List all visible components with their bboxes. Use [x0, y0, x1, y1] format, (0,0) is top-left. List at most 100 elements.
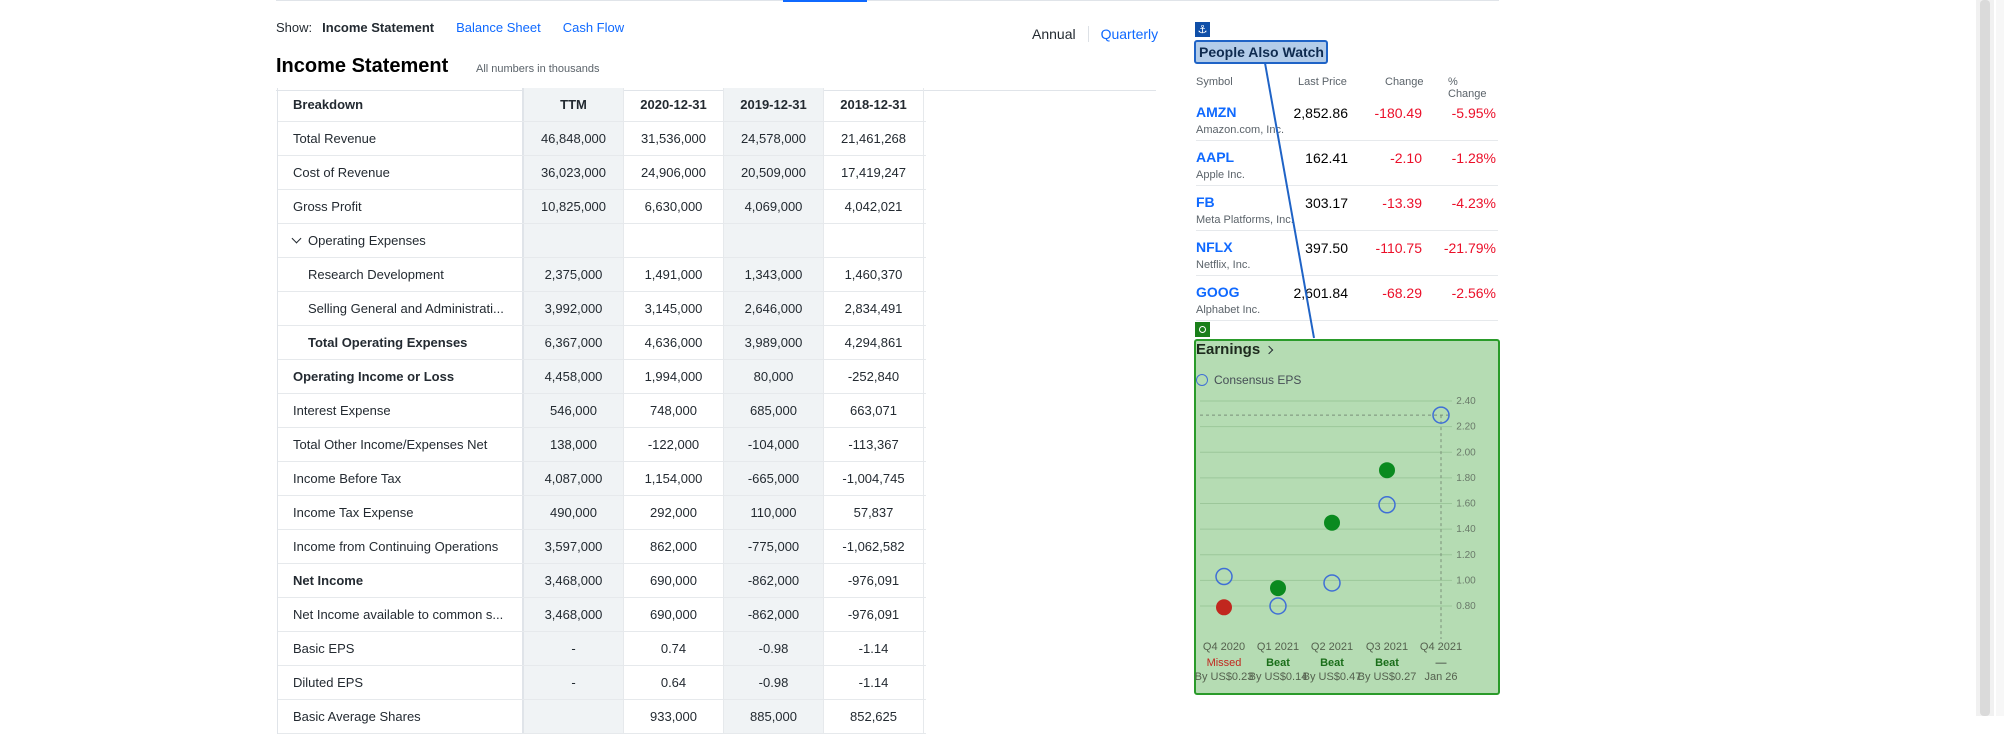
earnings-status-label: —: [1436, 657, 1447, 669]
y-tick-label: 1.00: [1456, 575, 1476, 586]
company-name: Apple Inc.: [1196, 169, 1245, 181]
row-label-text: Total Other Income/Expenses Net: [293, 437, 488, 452]
row-label-text: Operating Expenses: [308, 233, 426, 248]
watch-row[interactable]: FB Meta Platforms, Inc. 303.17 -13.39 -4.23%: [1196, 186, 1498, 231]
table-cell: -976,091: [824, 564, 924, 597]
table-cell: 748,000: [624, 394, 724, 427]
anchor-icon: ⚓: [1195, 22, 1210, 37]
company-name: Meta Platforms, Inc.: [1196, 214, 1294, 226]
table-row: Net Income available to common s... 3,468…: [278, 598, 926, 632]
watch-row[interactable]: GOOG Alphabet Inc. 2,601.84 -68.29 -2.56%: [1196, 276, 1498, 321]
table-cell: 3,597,000: [524, 530, 624, 563]
last-price: 397.50: [1305, 240, 1348, 256]
earnings-chart: 0.80 1.00 1.20 1.40 1.60 1.80 2.00 2.20 2.40 Q4 2…: [1195, 396, 1477, 683]
consensus-point: [1215, 567, 1233, 586]
tab-cash-flow[interactable]: Cash Flow: [563, 20, 624, 35]
table-cell: 24,906,000: [624, 156, 724, 189]
x-tick-label: Q1 2021: [1257, 641, 1299, 653]
row-label: Selling General and Administrati...: [278, 292, 524, 325]
table-cell: -976,091: [824, 598, 924, 631]
table-row: Total Operating Expenses 6,367,000 4,636,0…: [278, 326, 926, 360]
pct-change: -2.56%: [1451, 285, 1496, 301]
ticker-link[interactable]: NFLX: [1196, 239, 1233, 255]
table-cell: -1.14: [824, 666, 924, 699]
ticker-link[interactable]: AMZN: [1196, 104, 1236, 120]
tab-income-statement[interactable]: Income Statement: [322, 20, 434, 35]
table-cell: -862,000: [724, 564, 824, 597]
pct-change: -4.23%: [1451, 195, 1496, 211]
row-label-text: Basic Average Shares: [293, 709, 421, 724]
consensus-point: [1323, 574, 1341, 592]
table-row: Income Tax Expense 490,000 292,000 110,000 5…: [278, 496, 926, 530]
ticker-link[interactable]: FB: [1196, 194, 1215, 210]
earnings-detail-label: By US$0.23: [1195, 671, 1254, 683]
table-row: Income Before Tax 4,087,000 1,154,000 -665,…: [278, 462, 926, 496]
table-cell: 1,994,000: [624, 360, 724, 393]
price-change: -13.39: [1382, 195, 1422, 211]
table-cell: 3,145,000: [624, 292, 724, 325]
table-cell: -775,000: [724, 530, 824, 563]
table-cell: 546,000: [524, 394, 624, 427]
ticker-link[interactable]: GOOG: [1196, 284, 1240, 300]
header-last-price: Last Price: [1298, 76, 1347, 88]
x-tick-label: Q3 2021: [1366, 641, 1408, 653]
table-row: Operating Expenses: [278, 224, 926, 258]
table-cell: -122,000: [624, 428, 724, 461]
period-toggle: Annual Quarterly: [1032, 26, 1158, 42]
last-price: 2,601.84: [1293, 285, 1349, 301]
table-cell: [524, 700, 624, 733]
row-label[interactable]: Operating Expenses: [278, 224, 524, 257]
actual-eps-point: [1324, 514, 1340, 531]
table-cell: [724, 224, 824, 257]
scrollbar-thumb[interactable]: [1980, 0, 1990, 716]
tab-balance-sheet[interactable]: Balance Sheet: [456, 20, 541, 35]
header-ttm: TTM: [524, 88, 624, 121]
y-tick-label: 2.40: [1456, 396, 1476, 407]
price-change: -2.10: [1390, 150, 1422, 166]
consensus-point: [1378, 496, 1396, 514]
row-label-text: Gross Profit: [293, 199, 362, 214]
y-tick-label: 2.00: [1456, 447, 1476, 458]
table-cell: 6,367,000: [524, 326, 624, 359]
table-cell: 2,646,000: [724, 292, 824, 325]
row-label: Gross Profit: [278, 190, 524, 223]
table-row: Interest Expense 546,000 748,000 685,000 663…: [278, 394, 926, 428]
table-cell: 1,491,000: [624, 258, 724, 291]
table-cell: -0.98: [724, 666, 824, 699]
actual-eps-point: [1379, 462, 1395, 479]
row-label-text: Selling General and Administrati...: [308, 301, 504, 316]
annual-button[interactable]: Annual: [1032, 26, 1089, 42]
price-change: -68.29: [1382, 285, 1422, 301]
ticker-link[interactable]: AAPL: [1196, 149, 1234, 165]
table-row: Net Income 3,468,000 690,000 -862,000 -976,0…: [278, 564, 926, 598]
y-tick-label: 2.20: [1456, 422, 1476, 433]
earnings-status-label: Missed: [1207, 657, 1242, 669]
row-label: Total Other Income/Expenses Net: [278, 428, 524, 461]
table-cell: 1,343,000: [724, 258, 824, 291]
income-statement-table: Breakdown TTM 2020-12-31 2019-12-31 2018…: [277, 88, 926, 734]
company-name: Netflix, Inc.: [1196, 259, 1251, 271]
header-breakdown: Breakdown: [278, 88, 524, 121]
table-cell: 3,468,000: [524, 598, 624, 631]
table-cell: 663,071: [824, 394, 924, 427]
table-cell: 24,578,000: [724, 122, 824, 155]
table-cell: 3,468,000: [524, 564, 624, 597]
table-cell: 1,154,000: [624, 462, 724, 495]
watch-row[interactable]: AMZN Amazon.com, Inc. 2,852.86 -180.49 -5.95…: [1196, 96, 1498, 141]
row-label-text: Total Revenue: [293, 131, 377, 146]
quarterly-button[interactable]: Quarterly: [1089, 26, 1159, 42]
row-label: Basic EPS: [278, 632, 524, 665]
header-2019: 2019-12-31: [724, 88, 824, 121]
table-cell: 21,461,268: [824, 122, 924, 155]
show-label: Show:: [276, 20, 313, 35]
watch-row[interactable]: NFLX Netflix, Inc. 397.50 -110.75 -21.79%: [1196, 231, 1498, 276]
company-name: Amazon.com, Inc.: [1196, 124, 1285, 136]
chevron-down-icon[interactable]: [291, 233, 302, 244]
row-label: Research Development: [278, 258, 524, 291]
price-change: -180.49: [1374, 105, 1422, 121]
table-cell: [824, 224, 924, 257]
table-row: Basic EPS -0.74 -0.98 -1.14: [278, 632, 926, 666]
top-divider: [276, 0, 1499, 1]
table-cell: 852,625: [824, 700, 924, 733]
watch-row[interactable]: AAPL Apple Inc. 162.41 -2.10 -1.28%: [1196, 141, 1498, 186]
